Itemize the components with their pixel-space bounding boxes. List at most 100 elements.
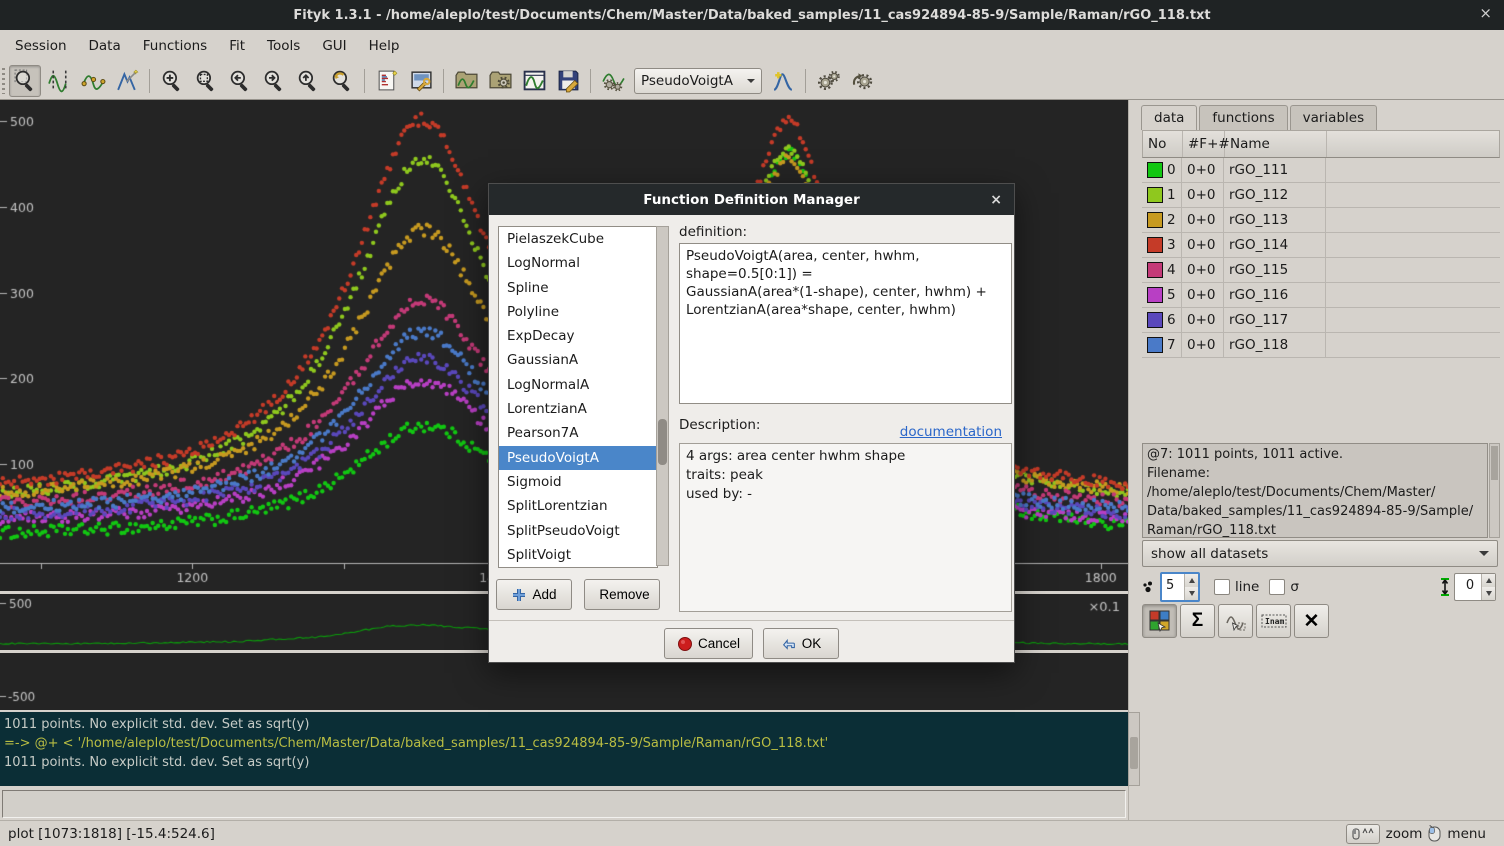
tab-data[interactable]: data xyxy=(1141,105,1197,130)
function-type-dropdown[interactable]: PseudoVoigtA xyxy=(634,68,762,94)
load-data-button[interactable] xyxy=(450,65,482,97)
add-peak-mode-button[interactable] xyxy=(111,65,143,97)
dataset-row-rGO_111[interactable]: 00+0rGO_111 xyxy=(1142,158,1500,183)
function-list-item-splitpseudovoigt[interactable]: SplitPseudoVoigt xyxy=(499,519,657,543)
stepper-down-icon[interactable] xyxy=(1185,587,1198,600)
column-header-no[interactable]: No xyxy=(1143,131,1183,157)
dataset-color-swatch[interactable] xyxy=(1147,212,1163,228)
title-bar[interactable]: Fityk 1.3.1 - /home/aleplo/test/Document… xyxy=(0,0,1504,30)
function-list-item-polyline[interactable]: Polyline xyxy=(499,300,657,324)
window-close-icon[interactable]: × xyxy=(1479,4,1492,22)
info-scrollbar[interactable] xyxy=(1489,443,1500,538)
function-list-item-expdecay[interactable]: ExpDecay xyxy=(499,324,657,348)
info-scrollbar-thumb[interactable] xyxy=(1491,446,1498,480)
description-label: Description: xyxy=(679,417,760,433)
apply-functions-button[interactable] xyxy=(1218,604,1253,638)
function-list-item-sigmoid[interactable]: Sigmoid xyxy=(499,470,657,494)
dataset-filter-combo[interactable]: show all datasets xyxy=(1142,540,1498,567)
dataset-row-rGO_113[interactable]: 20+0rGO_113 xyxy=(1142,208,1500,233)
cancel-button[interactable]: Cancel xyxy=(664,628,753,659)
definition-textarea[interactable]: PseudoVoigtA(area, center, hwhm, shape=0… xyxy=(679,243,1012,404)
console-scrollbar-thumb[interactable] xyxy=(1130,737,1138,769)
function-list-item-pielaszekcube[interactable]: PielaszekCube xyxy=(499,227,657,251)
load-data-options-button[interactable] xyxy=(484,65,516,97)
background-mode-button[interactable] xyxy=(77,65,109,97)
dataset-row-rGO_112[interactable]: 10+0rGO_112 xyxy=(1142,183,1500,208)
menu-tools[interactable]: Tools xyxy=(256,30,311,62)
zoom-selection-button[interactable] xyxy=(190,65,222,97)
column-header-f[interactable]: #F+# xyxy=(1183,131,1225,157)
gui-settings-button[interactable] xyxy=(405,65,437,97)
documentation-link[interactable]: documentation xyxy=(900,424,1002,440)
ok-button[interactable]: OK xyxy=(763,628,839,659)
undo-fit-button[interactable] xyxy=(846,65,878,97)
dataset-row-rGO_118[interactable]: 70+0rGO_118 xyxy=(1142,333,1500,358)
dataset-row-rGO_115[interactable]: 40+0rGO_115 xyxy=(1142,258,1500,283)
remove-function-button[interactable]: Remove xyxy=(584,579,660,610)
function-list-item-pseudovoigta[interactable]: PseudoVoigtA xyxy=(499,446,657,470)
data-range-mode-button[interactable] xyxy=(43,65,75,97)
dataset-row-rGO_114[interactable]: 30+0rGO_114 xyxy=(1142,233,1500,258)
dataset-color-swatch[interactable] xyxy=(1147,287,1163,303)
shift-stepper[interactable]: 0 xyxy=(1454,573,1496,601)
function-list-item-splitvoigt[interactable]: SplitVoigt xyxy=(499,543,657,567)
dataset-colors-button[interactable] xyxy=(1142,604,1177,638)
delete-dataset-button[interactable]: ✕ xyxy=(1294,604,1329,638)
dialog-title-bar[interactable]: Function Definition Manager × xyxy=(489,184,1014,215)
command-input[interactable] xyxy=(2,790,1126,818)
auto-add-peak-button[interactable] xyxy=(767,65,799,97)
rename-dataset-button[interactable]: Inam xyxy=(1256,604,1291,638)
function-list-item-gaussiana[interactable]: GaussianA xyxy=(499,348,657,372)
stepper-down-icon[interactable] xyxy=(1482,587,1495,600)
add-function-button[interactable]: Add xyxy=(496,579,572,610)
stepper-up-icon[interactable] xyxy=(1185,574,1198,587)
zoom-previous-button[interactable] xyxy=(224,65,256,97)
dataset-row-rGO_117[interactable]: 60+0rGO_117 xyxy=(1142,308,1500,333)
tab-functions[interactable]: functions xyxy=(1199,105,1287,130)
strip-background-button[interactable] xyxy=(597,65,629,97)
zoom-next-button[interactable] xyxy=(258,65,290,97)
dataset-color-swatch[interactable] xyxy=(1147,162,1163,178)
dataset-color-swatch[interactable] xyxy=(1147,262,1163,278)
menu-data[interactable]: Data xyxy=(78,30,132,62)
function-list-item-lorentziana[interactable]: LorentzianA xyxy=(499,397,657,421)
line-checkbox[interactable] xyxy=(1214,579,1230,595)
save-as-button[interactable] xyxy=(552,65,584,97)
function-list-item-lognormala[interactable]: LogNormalA xyxy=(499,373,657,397)
column-header-name[interactable]: Name xyxy=(1225,131,1327,157)
mouse-hints-button[interactable] xyxy=(1346,824,1380,844)
function-list-item-splitlorentzian[interactable]: SplitLorentzian xyxy=(499,494,657,518)
function-list-item-lognormal[interactable]: LogNormal xyxy=(499,251,657,275)
zoom-vertical-button[interactable] xyxy=(292,65,324,97)
function-list-item-spline[interactable]: Spline xyxy=(499,276,657,300)
function-list-scrollbar[interactable] xyxy=(656,226,669,566)
dataset-info-panel[interactable]: @7: 1011 points, 1011 active.Filename: /… xyxy=(1142,443,1488,538)
menu-gui[interactable]: GUI xyxy=(311,30,357,62)
dialog-close-icon[interactable]: × xyxy=(990,192,1002,208)
sigma-checkbox[interactable] xyxy=(1269,579,1285,595)
console-scrollbar[interactable] xyxy=(1128,712,1140,786)
sum-button[interactable]: Σ xyxy=(1180,604,1215,638)
menu-help[interactable]: Help xyxy=(358,30,411,62)
output-console[interactable]: 1011 points. No explicit std. dev. Set a… xyxy=(0,712,1128,786)
menu-functions[interactable]: Functions xyxy=(132,30,218,62)
dataset-color-swatch[interactable] xyxy=(1147,312,1163,328)
zoom-in-button[interactable] xyxy=(156,65,188,97)
function-list-item-pearson7a[interactable]: Pearson7A xyxy=(499,421,657,445)
dataset-color-swatch[interactable] xyxy=(1147,237,1163,253)
point-size-stepper[interactable]: 5 xyxy=(1160,572,1200,602)
tab-variables[interactable]: variables xyxy=(1290,105,1378,130)
dataset-color-swatch[interactable] xyxy=(1147,337,1163,353)
dataset-row-rGO_116[interactable]: 50+0rGO_116 xyxy=(1142,283,1500,308)
save-session-button[interactable] xyxy=(518,65,550,97)
zoom-mode-button[interactable] xyxy=(9,65,41,97)
menu-fit[interactable]: Fit xyxy=(218,30,256,62)
function-list-scrollbar-thumb[interactable] xyxy=(658,419,667,465)
stepper-up-icon[interactable] xyxy=(1482,574,1495,587)
script-editor-button[interactable] xyxy=(371,65,403,97)
dataset-color-swatch[interactable] xyxy=(1147,187,1163,203)
menu-session[interactable]: Session xyxy=(4,30,78,62)
run-fit-button[interactable] xyxy=(812,65,844,97)
toolbar-grip[interactable] xyxy=(2,68,5,94)
zoom-all-button[interactable] xyxy=(326,65,358,97)
